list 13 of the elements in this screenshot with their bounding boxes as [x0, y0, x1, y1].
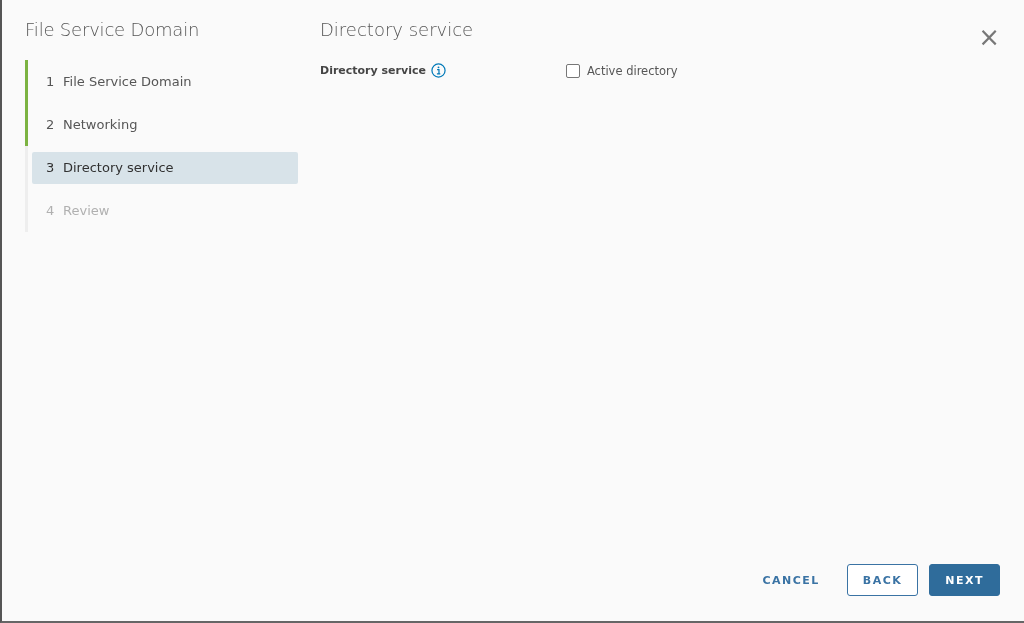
info-icon[interactable] — [430, 63, 446, 78]
checkbox-label: Active directory — [586, 63, 678, 78]
cancel-button[interactable]: CANCEL — [746, 564, 836, 596]
back-button[interactable]: BACK — [846, 564, 919, 596]
wizard-step[interactable]: 2 Networking — [32, 108, 298, 141]
field-label: Directory service — [320, 64, 426, 77]
page-title: Directory service — [320, 19, 474, 40]
close-button[interactable]: × — [978, 27, 1000, 47]
wizard-step[interactable]: 3 Directory service — [32, 151, 298, 184]
next-button[interactable]: NEXT — [929, 564, 1000, 596]
wizard-title: File Service Domain — [25, 19, 201, 40]
wizard-step[interactable]: 1 File Service Domain — [32, 65, 298, 98]
checkbox[interactable] — [565, 63, 580, 78]
